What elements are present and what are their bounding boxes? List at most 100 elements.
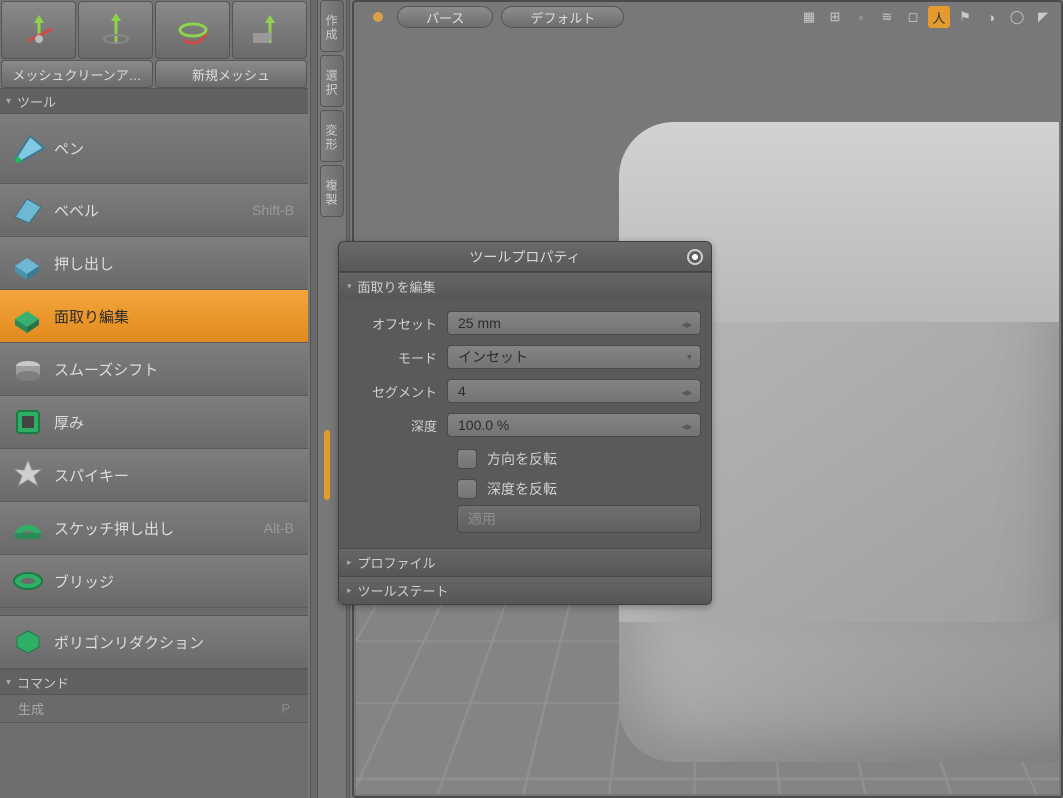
mode-select[interactable]: インセット <box>447 345 701 369</box>
vp-grid4-icon[interactable]: ⊞ <box>824 6 846 28</box>
sketch-extrude-icon <box>10 510 46 546</box>
thickness-icon <box>10 404 46 440</box>
section-header-edit[interactable]: 面取りを編集 <box>339 273 711 300</box>
tool-label: ペン <box>54 138 84 159</box>
bridge-icon <box>10 563 46 599</box>
viewport-indicator-dot <box>373 12 383 22</box>
new-mesh-button[interactable]: 新規メッシュ <box>155 60 307 88</box>
vertical-divider[interactable] <box>310 0 318 798</box>
tool-label: 押し出し <box>54 253 114 274</box>
apply-button[interactable]: 適用 <box>457 505 701 533</box>
view-mode-pill[interactable]: パース <box>397 6 493 28</box>
tool-sketch-extrude[interactable]: スケッチ押し出し Alt-B <box>0 502 308 555</box>
tool-extrude[interactable]: 押し出し <box>0 237 308 290</box>
transform-btn-1[interactable] <box>1 1 76 59</box>
tools-section-header[interactable]: ツール <box>0 88 308 114</box>
cmd-label: 生成 <box>18 699 44 718</box>
scrub-icon[interactable]: ◂▸ <box>678 383 696 401</box>
tool-label: スパイキー <box>54 465 129 486</box>
panel-pin-icon[interactable] <box>687 249 703 265</box>
viewport-header: パース デフォルト ▦ ⊞ ◦ ≋ ◻ 人 ⚑ ◑ ◯ ◤ <box>354 2 1061 32</box>
section-header-toolstate[interactable]: ツールステート <box>339 577 711 604</box>
mesh-buttons-row: メッシュクリーンア… 新規メッシュ <box>0 60 308 88</box>
mode-label: モード <box>349 348 447 367</box>
prop-reverse-depth: 深度を反転 <box>349 474 701 504</box>
transform-btn-4[interactable] <box>232 1 307 59</box>
prop-segments: セグメント 4◂▸ <box>349 376 701 406</box>
prop-apply: 適用 <box>349 504 701 534</box>
poly-reduce-icon <box>10 624 46 660</box>
panel-section-toolstate: ツールステート <box>339 576 711 604</box>
tool-shortcut: Alt-B <box>264 520 294 536</box>
commands-section-header[interactable]: コマンド <box>0 669 308 695</box>
tool-bridge[interactable]: ブリッジ <box>0 555 308 608</box>
tool-label: 面取り編集 <box>54 306 129 327</box>
vtab-duplicate[interactable]: 複製 <box>320 165 344 217</box>
bevel-icon <box>10 192 46 228</box>
transform-btn-2[interactable] <box>78 1 153 59</box>
scrub-icon[interactable]: ◂▸ <box>678 315 696 333</box>
tool-thickness[interactable]: 厚み <box>0 396 308 449</box>
section-header-profile[interactable]: プロファイル <box>339 549 711 576</box>
tool-poly-reduction[interactable]: ポリゴンリダクション <box>0 616 308 669</box>
reverse-depth-checkbox[interactable] <box>457 479 477 499</box>
extrude-icon <box>10 245 46 281</box>
panel-section-edit-chamfer: 面取りを編集 オフセット 25 mm◂▸ モード インセット セグメント 4◂▸… <box>339 272 711 548</box>
panel-section-profile: プロファイル <box>339 548 711 576</box>
mesh-clean-button[interactable]: メッシュクリーンア… <box>1 60 153 88</box>
vertical-tabs: 作成 選択 変形 複製 <box>320 0 344 218</box>
view-preset-pill[interactable]: デフォルト <box>501 6 624 28</box>
sidebar: メッシュクリーンア… 新規メッシュ ツール ペン ベベル Shift-B 押し出… <box>0 0 308 798</box>
panel-drag-handle[interactable] <box>324 430 330 500</box>
vp-person-icon[interactable]: 人 <box>928 6 950 28</box>
prop-mode: モード インセット <box>349 342 701 372</box>
vtab-deform[interactable]: 変形 <box>320 110 344 162</box>
vp-waves-icon[interactable]: ≋ <box>876 6 898 28</box>
pen-icon <box>10 131 46 167</box>
vtab-select[interactable]: 選択 <box>320 55 344 107</box>
depth-input[interactable]: 100.0 %◂▸ <box>447 413 701 437</box>
panel-titlebar[interactable]: ツールプロパティ <box>339 242 711 272</box>
cmd-generate[interactable]: 生成 P <box>0 695 308 723</box>
tool-smooth-shift[interactable]: スムーズシフト <box>0 343 308 396</box>
tool-edit-chamfer[interactable]: 面取り編集 <box>0 290 308 343</box>
offset-label: オフセット <box>349 314 447 333</box>
reverse-dir-checkbox[interactable] <box>457 449 477 469</box>
transform-icons-row <box>0 0 308 60</box>
reverse-dir-label: 方向を反転 <box>487 449 557 469</box>
smooth-shift-icon <box>10 351 46 387</box>
prop-reverse-dir: 方向を反転 <box>349 444 701 474</box>
transform-btn-3[interactable] <box>155 1 230 59</box>
vtab-create[interactable]: 作成 <box>320 0 344 52</box>
tool-shortcut: Shift-B <box>252 202 294 218</box>
tool-label: ブリッジ <box>54 571 114 592</box>
depth-label: 深度 <box>349 416 447 435</box>
tool-label: ベベル <box>54 200 99 221</box>
panel-title: ツールプロパティ <box>469 247 580 267</box>
tool-label: スムーズシフト <box>54 359 158 380</box>
vp-sphere-icon[interactable]: ◯ <box>1006 6 1028 28</box>
viewport-icon-row: ▦ ⊞ ◦ ≋ ◻ 人 ⚑ ◑ ◯ ◤ <box>796 6 1056 28</box>
prop-offset: オフセット 25 mm◂▸ <box>349 308 701 338</box>
spikey-icon <box>10 457 46 493</box>
segments-label: セグメント <box>349 382 447 401</box>
reverse-depth-label: 深度を反転 <box>487 479 557 499</box>
scrub-icon[interactable]: ◂▸ <box>678 417 696 435</box>
tool-properties-panel: ツールプロパティ 面取りを編集 オフセット 25 mm◂▸ モード インセット … <box>338 241 712 605</box>
tool-spikey[interactable]: スパイキー <box>0 449 308 502</box>
prop-depth: 深度 100.0 %◂▸ <box>349 410 701 440</box>
tool-label: 厚み <box>54 412 84 433</box>
cmd-shortcut: P <box>281 701 290 716</box>
vp-grid1-icon[interactable]: ▦ <box>798 6 820 28</box>
vp-dot-icon[interactable]: ◦ <box>850 6 872 28</box>
offset-input[interactable]: 25 mm◂▸ <box>447 311 701 335</box>
tools-list: ペン ベベル Shift-B 押し出し 面取り編集 スムーズシフト 厚み スパイ… <box>0 114 308 669</box>
tool-bevel[interactable]: ベベル Shift-B <box>0 184 308 237</box>
tool-label: ポリゴンリダクション <box>54 632 204 653</box>
tool-pen[interactable]: ペン <box>0 114 308 184</box>
vp-shade-icon[interactable]: ◤ <box>1032 6 1054 28</box>
segments-input[interactable]: 4◂▸ <box>447 379 701 403</box>
vp-flag-icon[interactable]: ⚑ <box>954 6 976 28</box>
vp-frame-icon[interactable]: ◻ <box>902 6 924 28</box>
vp-drop-icon[interactable]: ◑ <box>980 6 1002 28</box>
